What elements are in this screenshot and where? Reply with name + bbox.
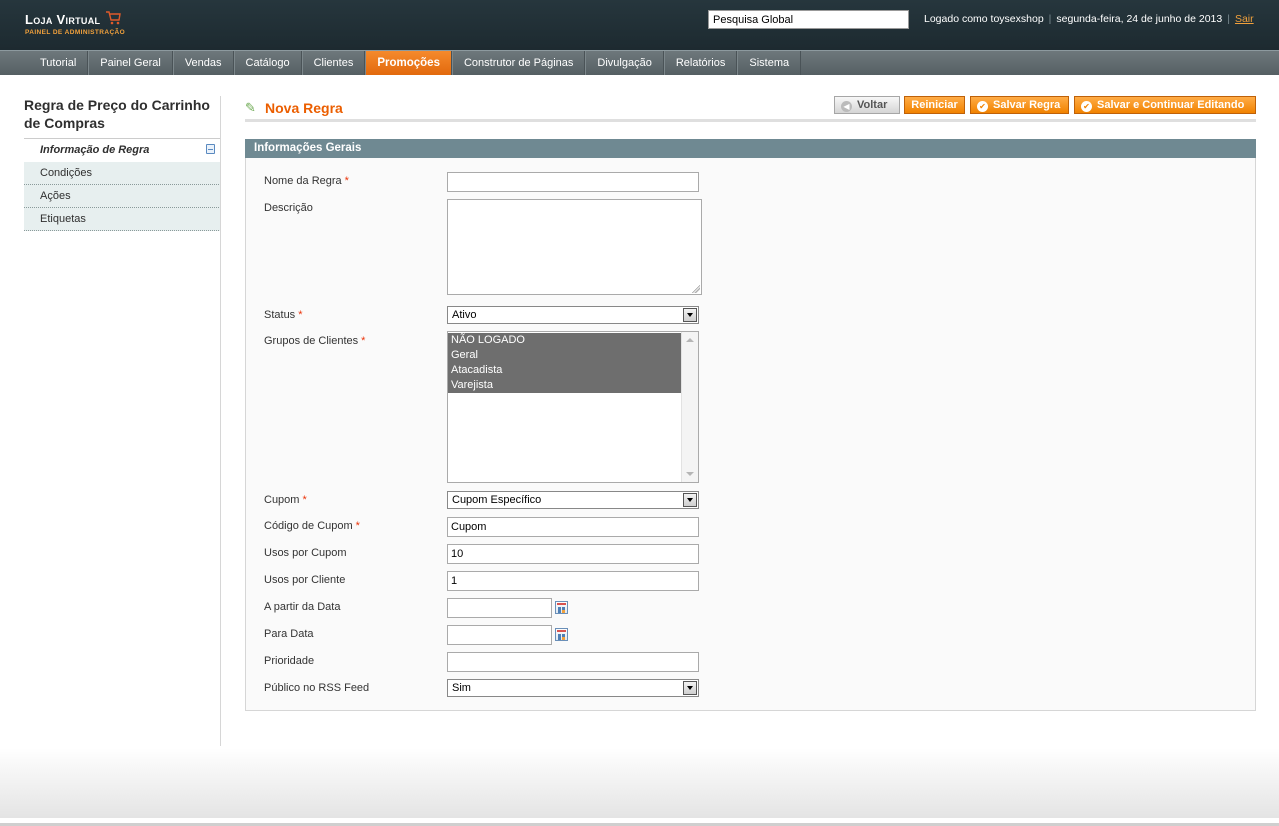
tab-label: Ações <box>40 190 71 202</box>
customer-groups-label: Grupos de Clientes * <box>264 335 366 347</box>
reset-button-label: Reiniciar <box>911 99 958 111</box>
uses-per-coupon-label: Usos por Cupom <box>264 547 347 559</box>
status-label: Status * <box>264 309 303 321</box>
status-selected-value: Ativo <box>452 309 477 321</box>
nav-item-sales[interactable]: Vendas <box>172 51 234 75</box>
sidebar-divider <box>220 96 221 746</box>
nav-item-dashboard[interactable]: Painel Geral <box>88 51 173 75</box>
section-header: Informações Gerais <box>245 139 1256 158</box>
priority-label: Prioridade <box>264 655 315 667</box>
calendar-icon[interactable] <box>555 601 568 614</box>
coupon-code-input[interactable] <box>447 517 699 537</box>
sidebar-title: Regra de Preço do Carrinho de Compras <box>24 97 210 131</box>
to-date-input[interactable] <box>447 625 552 645</box>
sidebar: Regra de Preço do Carrinho de Compras In… <box>24 96 221 231</box>
rule-name-input[interactable] <box>447 172 699 192</box>
calendar-icon[interactable] <box>555 628 568 641</box>
promo-rule-icon: ✎ <box>245 100 256 115</box>
save-rule-button[interactable]: ✔ Salvar Regra <box>970 96 1069 114</box>
tab-labels[interactable]: Etiquetas <box>24 208 221 231</box>
check-icon: ✔ <box>1081 101 1092 112</box>
nav-item-tutorial[interactable]: Tutorial <box>29 51 89 75</box>
uses-per-customer-label: Usos por Cliente <box>264 574 346 586</box>
main-nav: Tutorial Painel Geral Vendas Catálogo Cl… <box>0 50 1279 75</box>
description-textarea[interactable] <box>447 199 702 295</box>
rule-name-label: Nome da Regra * <box>264 175 349 187</box>
page-title: Nova Regra <box>265 100 343 116</box>
to-date-label: Para Data <box>264 628 314 640</box>
save-continue-button[interactable]: ✔ Salvar e Continuar Editando <box>1074 96 1256 114</box>
coupon-label: Cupom * <box>264 494 307 506</box>
nav-item-customers[interactable]: Clientes <box>301 51 366 75</box>
header-user-info: Logado como toysexshop | segunda-feira, 24… <box>924 13 1254 25</box>
rss-selected-value: Sim <box>452 682 471 694</box>
group-option-general[interactable]: Geral <box>448 348 682 363</box>
nav-item-reports[interactable]: Relatórios <box>663 51 738 75</box>
customer-groups-multiselect[interactable]: NÃO LOGADO Geral Atacadista Varejista <box>447 331 699 483</box>
description-label: Descrição <box>264 202 313 214</box>
back-button-label: Voltar <box>857 99 888 111</box>
nav-item-system[interactable]: Sistema <box>737 51 802 75</box>
reset-button[interactable]: Reiniciar <box>904 96 965 114</box>
cart-icon <box>106 11 121 25</box>
sidebar-tabs: Informação de Regra Condições Ações Etiq… <box>24 138 221 231</box>
priority-input[interactable] <box>447 652 699 672</box>
from-date-label: A partir da Data <box>264 601 341 613</box>
tab-rule-information[interactable]: Informação de Regra <box>24 139 221 162</box>
scroll-up-icon[interactable] <box>686 338 694 342</box>
tab-actions[interactable]: Ações <box>24 185 221 208</box>
back-arrow-icon: ◀ <box>841 101 852 112</box>
multiselect-scrollbar[interactable] <box>681 332 698 482</box>
logo-subtitle: PAINEL DE ADMINISTRAÇÃO <box>25 29 126 36</box>
nav-item-marketing[interactable]: Divulgação <box>585 51 664 75</box>
save-rule-label: Salvar Regra <box>993 99 1061 111</box>
tab-label: Etiquetas <box>40 213 86 225</box>
logged-as-text: Logado como toysexshop <box>924 13 1044 25</box>
nav-item-page-builder[interactable]: Construtor de Páginas <box>451 51 586 75</box>
save-continue-label: Salvar e Continuar Editando <box>1097 99 1245 111</box>
chevron-down-icon[interactable] <box>683 308 697 322</box>
nav-item-catalog[interactable]: Catálogo <box>233 51 302 75</box>
coupon-selected-value: Cupom Específico <box>452 494 542 506</box>
content-header: ✎ Nova Regra ◀ Voltar Reiniciar ✔ Salvar R… <box>245 96 1256 122</box>
rss-feed-select[interactable]: Sim <box>447 679 699 697</box>
check-icon: ✔ <box>977 101 988 112</box>
from-date-input[interactable] <box>447 598 552 618</box>
nav-item-promotions[interactable]: Promoções <box>365 51 452 75</box>
tab-changed-icon <box>206 144 215 154</box>
back-button[interactable]: ◀ Voltar <box>834 96 900 114</box>
uses-per-customer-input[interactable] <box>447 571 699 591</box>
chevron-down-icon[interactable] <box>683 681 697 695</box>
coupon-code-label: Código de Cupom * <box>264 520 360 532</box>
chevron-down-icon[interactable] <box>683 493 697 507</box>
uses-per-coupon-input[interactable] <box>447 544 699 564</box>
footer <box>0 748 1279 818</box>
logout-link[interactable]: Sair <box>1235 13 1254 25</box>
general-info-fieldset <box>245 158 1256 711</box>
current-date: segunda-feira, 24 de junho de 2013 <box>1056 13 1223 25</box>
rss-feed-label: Público no RSS Feed <box>264 682 370 694</box>
resize-grip-icon[interactable] <box>692 285 700 293</box>
group-option-wholesale[interactable]: Atacadista <box>448 363 682 378</box>
logo[interactable]: Loja Virtual PAINEL DE ADMINISTRAÇÃO <box>25 11 126 36</box>
group-option-not-logged[interactable]: NÃO LOGADO <box>448 333 682 348</box>
tab-label: Condições <box>40 167 92 179</box>
status-select[interactable]: Ativo <box>447 306 699 324</box>
coupon-select[interactable]: Cupom Específico <box>447 491 699 509</box>
admin-header: Loja Virtual PAINEL DE ADMINISTRAÇÃO Log… <box>0 0 1279 50</box>
group-option-retail[interactable]: Varejista <box>448 378 682 393</box>
scroll-down-icon[interactable] <box>686 472 694 476</box>
tab-label: Informação de Regra <box>40 144 150 156</box>
tab-conditions[interactable]: Condições <box>24 162 221 185</box>
global-search-input[interactable] <box>708 10 909 29</box>
